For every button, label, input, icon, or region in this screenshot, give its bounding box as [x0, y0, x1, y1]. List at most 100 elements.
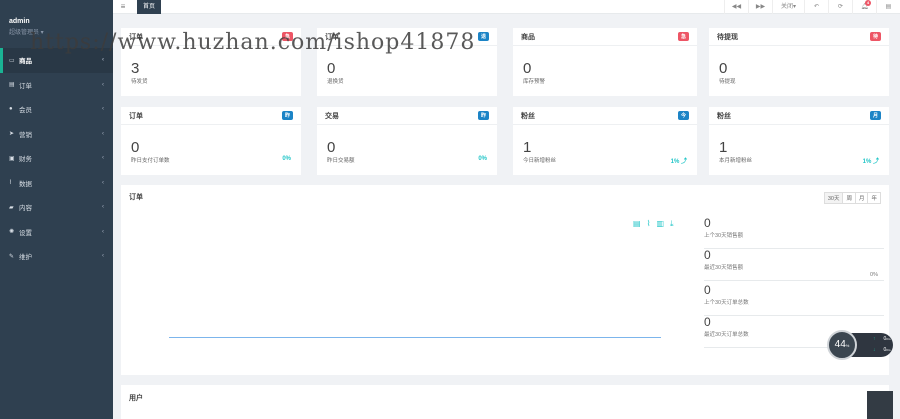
stat-value: 0	[704, 216, 711, 230]
sidebar-item-label: 营销	[19, 131, 32, 139]
card-header: 交易 昨	[317, 107, 497, 125]
range-month[interactable]: 月	[854, 193, 868, 203]
order-stat: 0 上个30天销售额	[704, 216, 884, 249]
orders-panel: 订单 30天 周 月 年 ▤ ⌇ ▥ ⤓ 0 上个30天销售额 0 最近30天销售额 0…	[121, 185, 889, 375]
stat-label: 上个30天销售额	[704, 233, 744, 239]
card-header: 商品 急	[513, 28, 697, 46]
sidebar-item-7[interactable]: ✺ 设置 ‹	[0, 220, 113, 245]
card-desc: 待提现	[719, 79, 736, 85]
order-stat: 0 最近30天销售额 0%	[704, 248, 884, 281]
card-title: 交易	[325, 112, 339, 120]
sidebar-item-label: 维护	[19, 254, 32, 262]
gear-icon: ✺	[9, 229, 15, 236]
download-unit: K/s	[886, 348, 891, 352]
card-desc: 待发货	[131, 79, 148, 85]
scroll-right-icon[interactable]: ▶▶	[748, 0, 772, 14]
card-header: 粉丝 今	[513, 107, 697, 125]
card-desc: 本月新增粉丝	[719, 158, 753, 164]
card-badge: 昨	[281, 111, 293, 120]
chevron-left-icon: ‹	[102, 81, 104, 88]
card-title: 订单	[129, 33, 143, 41]
card-desc: 库存预警	[523, 79, 546, 85]
chart-line	[169, 337, 661, 338]
card-value: 3	[131, 60, 140, 77]
card-header: 订单 退	[317, 28, 497, 46]
stat-value: 0	[704, 248, 711, 262]
stat-card: 订单 急 3 待发货	[121, 28, 301, 96]
card-badge: 急	[281, 32, 293, 41]
card-header: 订单 昨	[121, 107, 301, 125]
card-title: 订单	[325, 33, 339, 41]
stat-label: 上个30天订单总数	[704, 300, 749, 306]
card-value: 0	[131, 139, 140, 156]
sidebar-item-3[interactable]: ➤ 营销 ‹	[0, 122, 113, 147]
scroll-left-icon[interactable]: ◀◀	[724, 0, 748, 14]
sidebar-item-label: 设置	[19, 229, 32, 237]
sidebar-item-label: 商品	[19, 58, 32, 66]
chevron-left-icon: ‹	[102, 179, 104, 186]
stat-card: 订单 退 0 退换货	[317, 28, 497, 96]
card-badge: 今	[677, 111, 689, 120]
card-percent: 1% ⤴	[862, 159, 879, 165]
range-year[interactable]: 年	[867, 193, 880, 203]
card-percent: 1% ⤴	[670, 159, 687, 165]
card-desc: 昨日交易额	[327, 158, 355, 164]
stat-card: 待提现 待 0 待提现	[709, 28, 889, 96]
card-value: 1	[523, 139, 532, 156]
sidebar-item-1[interactable]: ▤ 订单 ‹	[0, 73, 113, 98]
send-icon: ➤	[9, 131, 15, 138]
sidebar-item-label: 订单	[19, 82, 32, 90]
range-week[interactable]: 周	[842, 193, 855, 203]
card-title: 粉丝	[521, 112, 535, 120]
close-tabs-dropdown[interactable]: 关闭▾	[772, 0, 804, 14]
topbar: ≡ 首页 ◀◀ ▶▶ 关闭▾ ↶ ⟳ 🔔︎ 4 ▤	[113, 0, 900, 14]
sidebar-item-2[interactable]: ● 会员 ‹	[0, 97, 113, 122]
stat-percent: 0%	[870, 272, 878, 278]
card-badge: 退	[477, 32, 489, 41]
card-title: 订单	[129, 112, 143, 120]
card-desc: 昨日支付订单数	[131, 158, 170, 164]
orders-title: 订单	[129, 194, 143, 201]
order-stat: 0 上个30天订单总数	[704, 283, 884, 316]
sidebar: admin 超级管理员 ▾ ▭ 商品 ‹ ▤ 订单 ‹ ● 会员 ‹ ➤ 营销 ‹ ▣ 财务 ‹ ⌇ 数据 ‹ ▰ 内…	[0, 0, 113, 419]
stat-value: 0	[704, 283, 711, 297]
card-value: 1	[719, 139, 728, 156]
range-selector: 30天 周 月 年	[823, 192, 881, 204]
stat-card: 交易 昨 0 昨日交易额 0%	[317, 107, 497, 175]
sidebar-item-4[interactable]: ▣ 财务 ‹	[0, 146, 113, 171]
download-icon[interactable]: ⤓	[670, 219, 674, 229]
bar-chart-icon[interactable]: ▥	[656, 219, 664, 229]
network-speed-widget[interactable]: 44% ↑ 0K/s ↓ 0K/s	[827, 330, 893, 360]
card-value: 0	[327, 139, 336, 156]
card-value: 0	[719, 60, 728, 77]
message-icon[interactable]: ▤	[876, 0, 900, 14]
bell-icon[interactable]: 🔔︎ 4	[852, 0, 876, 14]
sidebar-item-6[interactable]: ▰ 内容 ‹	[0, 195, 113, 220]
money-icon: ▣	[9, 155, 15, 162]
stat-label: 最近30天销售额	[704, 265, 744, 271]
card-header: 粉丝 月	[709, 107, 889, 125]
refresh-icon[interactable]: ⟳	[828, 0, 852, 14]
user-role-dropdown[interactable]: 超级管理员 ▾	[9, 27, 113, 36]
upload-unit: K/s	[886, 337, 891, 341]
sidebar-item-0[interactable]: ▭ 商品 ‹	[0, 48, 113, 73]
users-title: 用户	[129, 395, 143, 402]
stat-card: 粉丝 月 1 本月新增粉丝 1% ⤴	[709, 107, 889, 175]
back-icon[interactable]: ↶	[804, 0, 828, 14]
sidebar-item-5[interactable]: ⌇ 数据 ‹	[0, 171, 113, 196]
chevron-left-icon: ‹	[102, 106, 104, 113]
line-chart-icon[interactable]: ⌇	[647, 219, 651, 229]
upload-rate: ↑ 0K/s	[873, 336, 891, 342]
menu-toggle-icon[interactable]: ≡	[113, 2, 133, 11]
sidebar-item-8[interactable]: ✎ 维护 ‹	[0, 244, 113, 269]
list-icon: ▤	[9, 82, 15, 89]
tab-home[interactable]: 首页	[137, 0, 162, 14]
card-header: 订单 急	[121, 28, 301, 46]
corner-widget[interactable]	[867, 391, 893, 419]
card-header: 待提现 待	[709, 28, 889, 46]
chart-icon: ⌇	[9, 180, 12, 187]
stat-card: 商品 急 0 库存预警	[513, 28, 697, 96]
range-30d[interactable]: 30天	[824, 193, 843, 203]
data-view-icon[interactable]: ▤	[633, 219, 641, 229]
user-icon: ●	[9, 106, 13, 113]
